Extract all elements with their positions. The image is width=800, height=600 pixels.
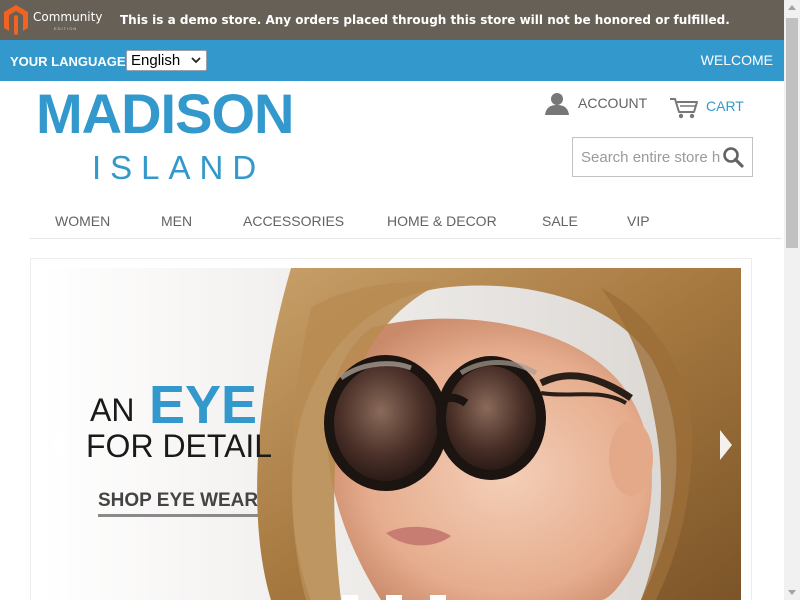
cart-label: CART <box>706 98 744 114</box>
cart-icon <box>670 98 698 119</box>
scrollbar-thumb[interactable] <box>786 18 798 248</box>
language-select[interactable]: English <box>126 50 207 71</box>
slide-dot-2[interactable] <box>386 595 402 600</box>
hero-slide[interactable]: AN EYE FOR DETAIL SHOP EYE WEAR <box>41 268 741 600</box>
search-icon[interactable] <box>722 146 744 168</box>
search-input[interactable] <box>573 138 721 176</box>
language-select-value: English <box>131 52 181 69</box>
page-scrollbar[interactable] <box>784 0 800 600</box>
nav-item-women[interactable]: WOMEN <box>55 213 110 229</box>
account-label: ACCOUNT <box>578 95 648 111</box>
language-label: YOUR LANGUAGE: <box>10 54 130 69</box>
language-bar: YOUR LANGUAGE: English WELCOME <box>0 40 784 81</box>
main-nav: WOMEN MEN ACCESSORIES HOME & DECOR SALE … <box>30 204 782 239</box>
logo-community-text: Community <box>33 10 103 24</box>
chevron-right-icon[interactable] <box>716 428 736 462</box>
user-icon <box>545 93 569 115</box>
cart-link[interactable]: CART <box>669 96 744 120</box>
nav-item-sale[interactable]: SALE <box>542 213 578 229</box>
nav-item-men[interactable]: MEN <box>161 213 192 229</box>
nav-item-vip[interactable]: VIP <box>627 213 650 229</box>
demo-notice-bar: Community EDITION This is a demo store. … <box>0 0 784 40</box>
hero-line1-highlight: EYE <box>149 375 258 435</box>
magento-community-logo[interactable]: Community EDITION <box>2 4 102 36</box>
search-box <box>572 137 753 177</box>
nav-item-home-decor[interactable]: HOME & DECOR <box>387 213 497 229</box>
magento-logo-icon <box>4 5 28 35</box>
scroll-down-icon[interactable] <box>784 584 800 600</box>
demo-notice-text: This is a demo store. Any orders placed … <box>120 13 730 27</box>
slide-dot-1[interactable] <box>342 595 358 600</box>
nav-item-accessories[interactable]: ACCESSORIES <box>243 213 344 229</box>
logo-edition-text: EDITION <box>54 26 78 31</box>
store-logo-main[interactable]: MADISON <box>36 82 294 146</box>
hero-line1-prefix: AN <box>90 392 135 428</box>
chevron-left-icon[interactable] <box>48 428 68 462</box>
store-logo-sub[interactable]: ISLAND <box>92 148 265 188</box>
welcome-text: WELCOME <box>700 52 773 68</box>
scroll-up-icon[interactable] <box>784 0 800 16</box>
hero-line2: FOR DETAIL <box>86 428 273 464</box>
account-link[interactable]: ACCOUNT <box>544 92 647 116</box>
slide-dot-3[interactable] <box>430 595 446 600</box>
shop-eye-wear-link[interactable]: SHOP EYE WEAR <box>98 490 259 517</box>
chevron-down-icon <box>191 57 201 64</box>
